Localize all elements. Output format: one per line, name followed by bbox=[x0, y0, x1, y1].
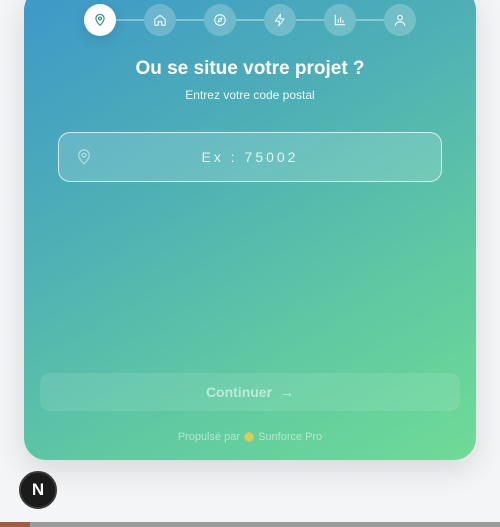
brand-name: Sunforce Pro bbox=[258, 431, 323, 443]
compass-icon bbox=[214, 14, 226, 26]
map-pin-icon bbox=[95, 13, 105, 26]
continue-button[interactable]: Continuer → bbox=[40, 373, 460, 411]
page-subtitle: Entrez votre code postal bbox=[185, 88, 315, 102]
powered-by-footer: Propulsé par Sunforce Pro bbox=[24, 431, 476, 443]
lightning-icon bbox=[274, 13, 285, 27]
step-contact[interactable] bbox=[384, 4, 416, 36]
sun-icon bbox=[244, 432, 255, 442]
powered-by-label: Propulsé par bbox=[177, 431, 241, 443]
form-card: Ou se situe votre projet ? Entrez votre … bbox=[24, 0, 476, 460]
bottom-bar-accent bbox=[0, 522, 30, 527]
step-connector bbox=[296, 19, 324, 21]
page-title: Ou se situe votre projet ? bbox=[135, 58, 365, 79]
user-icon bbox=[394, 14, 406, 26]
step-consumption[interactable] bbox=[324, 4, 356, 36]
step-location[interactable] bbox=[84, 4, 116, 36]
step-connector bbox=[236, 19, 264, 21]
continue-button-label: Continuer bbox=[205, 384, 273, 400]
step-orientation[interactable] bbox=[204, 4, 236, 36]
step-energy[interactable] bbox=[264, 4, 296, 36]
page: Ou se situe votre projet ? Entrez votre … bbox=[0, 0, 500, 527]
postal-code-input[interactable] bbox=[59, 133, 441, 181]
home-icon bbox=[154, 14, 166, 26]
bar-chart-icon bbox=[334, 14, 346, 26]
badge-letter: N bbox=[31, 480, 45, 499]
progress-stepper bbox=[84, 4, 416, 36]
step-connector bbox=[356, 19, 384, 21]
dev-tools-badge[interactable]: N bbox=[19, 471, 57, 509]
step-connector bbox=[116, 19, 144, 21]
step-home[interactable] bbox=[144, 4, 176, 36]
postal-code-field bbox=[58, 132, 442, 182]
step-connector bbox=[176, 19, 204, 21]
bottom-bar bbox=[0, 522, 500, 527]
arrow-right-icon: → bbox=[280, 384, 295, 400]
